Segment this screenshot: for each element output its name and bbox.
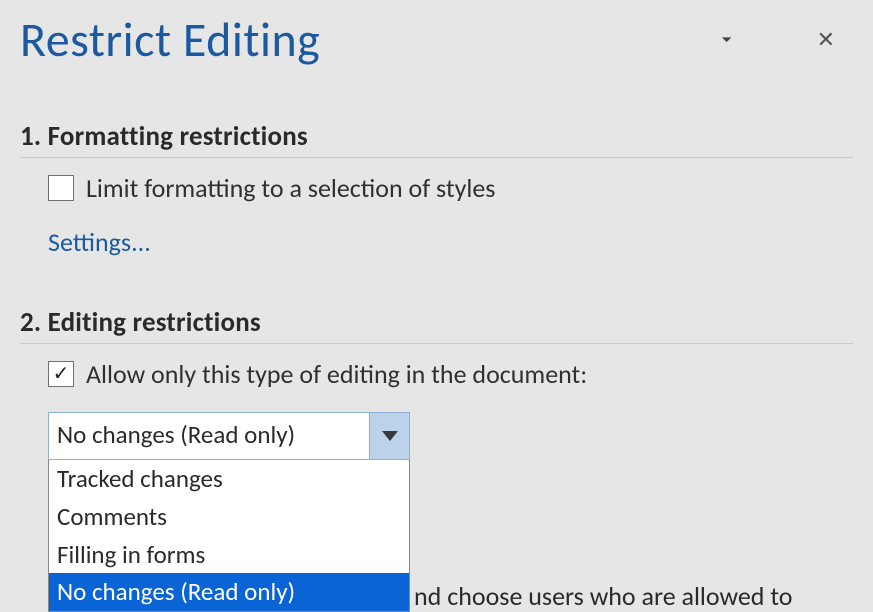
close-icon[interactable]: ✕ <box>817 26 835 53</box>
allow-only-label: Allow only this type of editing in the d… <box>86 358 587 390</box>
option-no-changes[interactable]: No changes (Read only) <box>49 573 409 611</box>
chevron-down-icon <box>382 431 398 441</box>
editing-type-value: No changes (Read only) <box>49 413 369 459</box>
section-formatting-heading: 1. Formatting restrictions <box>0 120 873 153</box>
limit-formatting-checkbox[interactable] <box>48 175 74 201</box>
pane-menu-icon[interactable]: ▼ <box>719 34 735 44</box>
section-editing-heading: 2. Editing restrictions <box>0 306 873 339</box>
editing-type-list: Tracked changes Comments Filling in form… <box>48 460 410 612</box>
option-tracked-changes[interactable]: Tracked changes <box>49 460 409 498</box>
page-title: Restrict Editing <box>20 10 719 69</box>
option-comments[interactable]: Comments <box>49 498 409 536</box>
limit-formatting-label: Limit formatting to a selection of style… <box>86 172 495 204</box>
dropdown-button[interactable] <box>369 413 409 459</box>
editing-type-dropdown[interactable]: No changes (Read only) <box>48 412 410 460</box>
option-filling-in-forms[interactable]: Filling in forms <box>49 536 409 574</box>
allow-only-checkbox[interactable] <box>48 361 74 387</box>
partial-description-text: nd choose users who are allowed to <box>414 580 793 612</box>
settings-link[interactable]: Settings... <box>0 204 171 258</box>
